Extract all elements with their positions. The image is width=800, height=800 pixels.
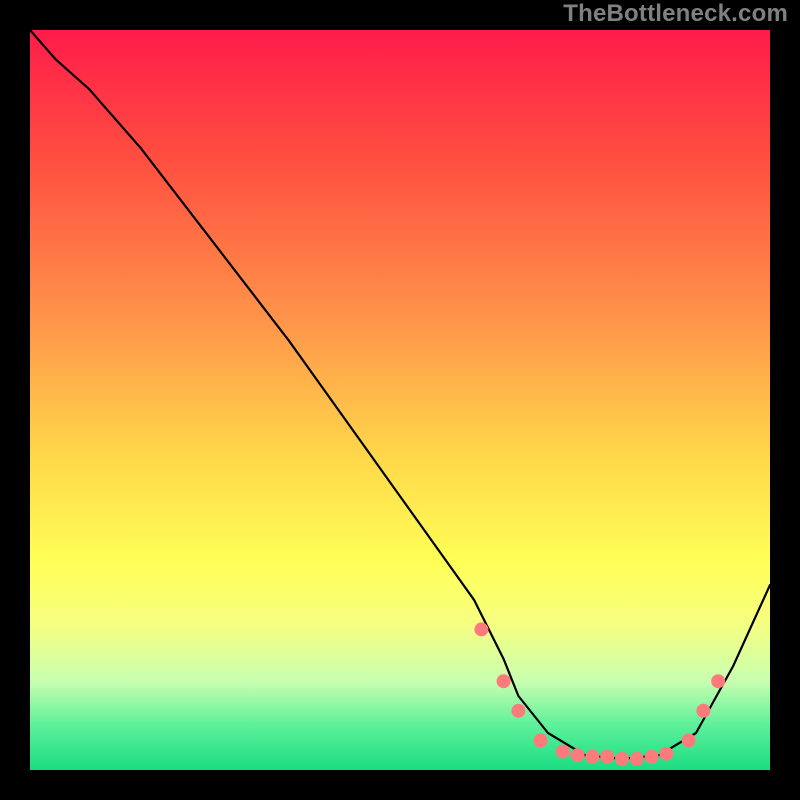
data-point: [630, 752, 644, 766]
data-point: [534, 733, 548, 747]
chart-canvas-outer: TheBottleneck.com: [0, 0, 800, 800]
data-point: [474, 622, 488, 636]
data-point: [556, 745, 570, 759]
data-point: [571, 748, 585, 762]
data-point: [711, 674, 725, 688]
data-point: [645, 750, 659, 764]
data-point: [682, 733, 696, 747]
data-point: [600, 750, 614, 764]
data-point: [497, 674, 511, 688]
plot-area: [30, 30, 770, 770]
watermark-text: TheBottleneck.com: [563, 0, 788, 28]
data-point: [659, 747, 673, 761]
data-point: [511, 704, 525, 718]
data-point: [585, 750, 599, 764]
bottleneck-curve: [30, 30, 770, 759]
data-point: [615, 752, 629, 766]
plot-svg: [30, 30, 770, 770]
data-point: [696, 704, 710, 718]
curve-dots: [474, 622, 725, 766]
